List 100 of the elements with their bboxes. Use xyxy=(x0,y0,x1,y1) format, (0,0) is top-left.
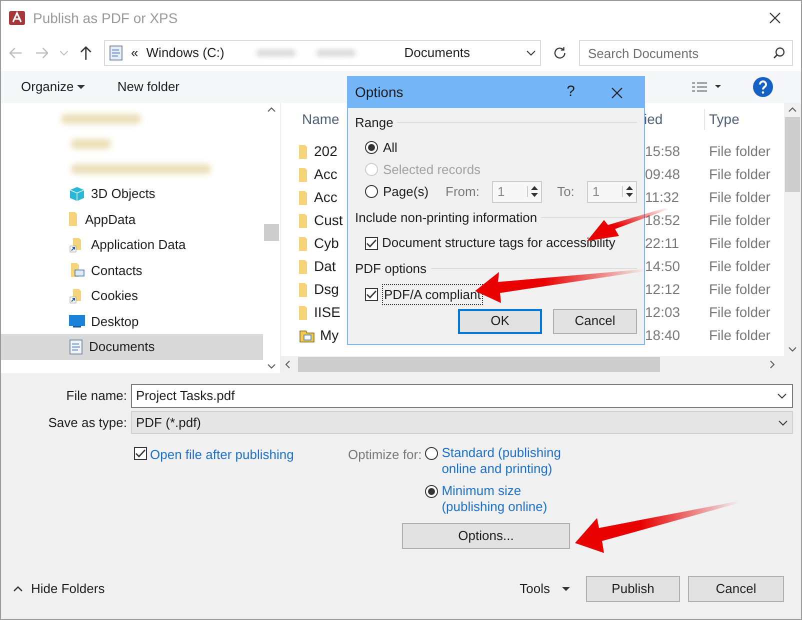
radio-label[interactable]: Minimum size (publishing online) xyxy=(442,483,574,515)
publish-button[interactable]: Publish xyxy=(586,576,680,602)
file-name-field[interactable]: Project Tasks.pdf xyxy=(131,384,793,408)
sidebar-item[interactable]: Application Data xyxy=(1,232,263,258)
contacts-folder-icon xyxy=(69,262,85,278)
file-name[interactable]: IISE xyxy=(314,302,340,323)
scroll-up-icon[interactable] xyxy=(788,107,797,112)
file-type: File folder xyxy=(709,326,770,345)
radio-label[interactable]: Standard (publishing online and printing) xyxy=(442,445,574,477)
scroll-right-icon[interactable] xyxy=(770,360,775,369)
folder-icon xyxy=(299,214,309,228)
radio-label[interactable]: All xyxy=(383,138,398,158)
file-name[interactable]: My xyxy=(320,325,339,346)
field-label: To: xyxy=(557,182,574,201)
chevron-up-icon xyxy=(13,586,23,592)
checkbox[interactable] xyxy=(365,288,378,301)
group-heading: Include non-printing information xyxy=(355,208,538,227)
file-date: 12:03 xyxy=(645,303,682,322)
optimize-label: Optimize for: xyxy=(348,446,422,464)
file-type: File folder xyxy=(709,303,770,322)
folder-icon xyxy=(299,190,309,204)
sidebar-item[interactable]: Contacts xyxy=(1,258,263,283)
chevron-down-icon[interactable] xyxy=(777,392,787,398)
file-date: 12:12 xyxy=(645,280,682,299)
folder-icon xyxy=(69,212,79,226)
view-options-icon[interactable] xyxy=(691,81,721,93)
file-name[interactable]: Cyb xyxy=(314,233,339,254)
folder-icon xyxy=(299,236,309,250)
refresh-icon[interactable] xyxy=(553,46,568,60)
dialog-title: Options xyxy=(355,83,404,102)
chevron-down-icon[interactable] xyxy=(778,420,788,426)
spin-up-icon[interactable] xyxy=(531,186,538,190)
spin-up-icon[interactable] xyxy=(626,186,633,190)
ok-button[interactable]: OK xyxy=(458,308,542,334)
checkbox-label[interactable]: Document structure tags for accessibility xyxy=(382,233,616,253)
spin-down-icon[interactable] xyxy=(531,193,538,197)
tools-menu[interactable]: Tools xyxy=(520,579,570,599)
group-heading: PDF options xyxy=(355,260,427,278)
options-button[interactable]: Options... xyxy=(402,523,570,549)
column-header[interactable]: ied xyxy=(644,108,704,130)
scroll-up-icon[interactable] xyxy=(267,107,276,112)
scrollbar-thumb[interactable] xyxy=(264,224,279,241)
save-type-dropdown[interactable]: PDF (*.pdf) xyxy=(131,411,793,434)
field-label: Save as type: xyxy=(47,414,128,432)
file-type: File folder xyxy=(709,280,770,299)
sidebar-item[interactable]: 3D Objects xyxy=(1,181,263,206)
file-name[interactable]: Dat xyxy=(314,256,336,277)
spin-down-icon[interactable] xyxy=(626,193,633,197)
file-name[interactable]: Acc xyxy=(314,187,338,208)
close-icon[interactable] xyxy=(769,12,781,24)
hide-folders-button[interactable]: Hide Folders xyxy=(13,579,105,599)
sidebar-item[interactable]: AppData xyxy=(1,206,263,232)
file-name[interactable]: 202 xyxy=(314,141,338,162)
file-date: 11:32 xyxy=(645,188,680,207)
column-header[interactable]: Type xyxy=(704,108,740,130)
new-folder-button[interactable]: New folder xyxy=(117,77,180,97)
file-date: 15:58 xyxy=(645,142,682,161)
radio-label[interactable]: Page(s) xyxy=(383,182,429,202)
folder-icon xyxy=(299,260,309,274)
close-icon[interactable] xyxy=(611,86,623,98)
blurred-segment xyxy=(256,49,296,57)
scroll-down-icon[interactable] xyxy=(267,364,276,369)
search-icon[interactable] xyxy=(773,47,786,59)
address-bar[interactable]: « Windows (C:) Documents xyxy=(104,40,542,66)
organize-menu[interactable]: Organize xyxy=(21,77,86,97)
cancel-button[interactable]: Cancel xyxy=(688,576,784,602)
file-name[interactable]: Dsg xyxy=(314,279,339,300)
folder-icon xyxy=(299,168,309,182)
breadcrumb-chevron[interactable]: « xyxy=(131,43,138,63)
scroll-left-icon[interactable] xyxy=(285,360,290,369)
search-field[interactable]: Search Documents xyxy=(579,40,794,66)
file-name[interactable]: Acc xyxy=(314,164,338,185)
checkbox[interactable] xyxy=(134,447,147,460)
file-type: File folder xyxy=(709,257,770,276)
window-title: Publish as PDF or XPS xyxy=(33,8,178,28)
sidebar-item[interactable]: Cookies xyxy=(1,283,263,308)
radio-button[interactable] xyxy=(365,141,378,154)
help-icon[interactable] xyxy=(753,77,773,97)
checkbox[interactable] xyxy=(365,236,378,250)
file-date: 14:50 xyxy=(645,257,682,276)
help-button[interactable]: ? xyxy=(566,81,575,104)
file-name[interactable]: Cust xyxy=(314,210,343,231)
sidebar-item[interactable]: Desktop xyxy=(1,308,263,334)
checkbox-label[interactable]: Open file after publishing xyxy=(150,445,294,464)
scrollbar-thumb[interactable] xyxy=(298,357,660,372)
scrollbar-thumb[interactable] xyxy=(785,117,800,192)
radio-button[interactable] xyxy=(424,447,438,460)
breadcrumb-segment[interactable]: Documents xyxy=(404,43,470,63)
up-arrow-icon[interactable] xyxy=(80,46,92,60)
radio-button[interactable] xyxy=(365,185,378,198)
sidebar-item[interactable]: Documents xyxy=(1,334,263,360)
blurred-segment xyxy=(316,49,356,57)
dropdown-icon[interactable] xyxy=(526,50,536,56)
file-type: File folder xyxy=(709,211,770,230)
radio-button[interactable] xyxy=(424,485,438,498)
cancel-button[interactable]: Cancel xyxy=(553,308,637,334)
document-icon xyxy=(69,338,83,355)
scroll-down-icon[interactable] xyxy=(788,347,797,352)
breadcrumb-segment[interactable]: Windows (C:) xyxy=(146,43,224,63)
folder-icon xyxy=(299,282,309,296)
